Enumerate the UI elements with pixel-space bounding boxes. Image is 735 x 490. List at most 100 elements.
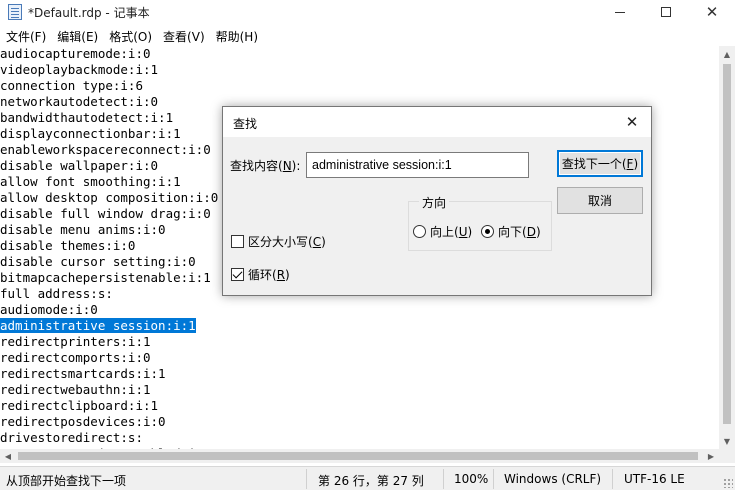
text-line[interactable]: audiomode:i:0 xyxy=(0,302,719,318)
wrap-around-access-key: R xyxy=(276,267,286,282)
find-next-button[interactable]: 查找下一个(F) xyxy=(557,150,643,177)
find-dialog-titlebar[interactable]: 查找 ✕ xyxy=(223,107,651,137)
find-what-label-suffix: ): xyxy=(291,159,301,173)
find-dialog-close-button[interactable]: ✕ xyxy=(619,110,645,134)
menu-view[interactable]: 查看(V) xyxy=(157,26,210,46)
direction-group-label: 方向 xyxy=(419,194,450,211)
horizontal-scroll-thumb[interactable] xyxy=(18,452,698,460)
horizontal-scrollbar[interactable]: ◀ ▶ xyxy=(0,449,719,463)
find-what-access-key: N xyxy=(282,159,292,173)
text-line-content: drivestoredirect:s: xyxy=(0,430,143,445)
title-bar: *Default.rdp - 记事本 ✕ xyxy=(0,0,735,24)
direction-up-label-suffix: ) xyxy=(467,224,473,239)
text-line-content: networkautodetect:i:0 xyxy=(0,94,159,109)
match-case-label: 区分大小写( xyxy=(248,235,313,249)
maximize-icon xyxy=(661,7,671,17)
find-next-access-key: F xyxy=(626,156,634,171)
status-encoding: UTF-16 LE xyxy=(624,472,685,486)
menu-help[interactable]: 帮助(H) xyxy=(210,26,263,46)
radio-button-icon[interactable] xyxy=(413,225,426,238)
text-line-content: redirectwebauthn:i:1 xyxy=(0,382,151,397)
direction-down-label: 向下( xyxy=(498,225,527,239)
text-line-content: redirectcomports:i:0 xyxy=(0,350,151,365)
text-line-content: redirectposdevices:i:0 xyxy=(0,414,166,429)
text-line[interactable]: redirectcomports:i:0 xyxy=(0,350,719,366)
match-case-checkbox[interactable]: 区分大小写(C) xyxy=(231,233,326,250)
direction-down-access-key: D xyxy=(526,224,536,239)
cancel-button[interactable]: 取消 xyxy=(557,187,643,214)
status-cursor-position: 第 26 行，第 27 列 xyxy=(318,474,424,488)
menu-file[interactable]: 文件(F) xyxy=(0,26,51,46)
text-line-content: full address:s: xyxy=(0,286,113,301)
text-line-content: disable cursor setting:i:0 xyxy=(0,254,196,269)
direction-up-radio[interactable]: 向上(U) xyxy=(413,223,472,240)
wrap-around-label-suffix: ) xyxy=(285,267,290,282)
wrap-around-label: 循环( xyxy=(248,268,277,282)
minimize-icon xyxy=(615,11,625,13)
minimize-button[interactable] xyxy=(597,0,643,24)
match-case-access-key: C xyxy=(312,234,322,249)
find-next-label-suffix: ) xyxy=(633,156,639,171)
find-what-label: 查找内容(N): xyxy=(230,157,300,174)
window-title: *Default.rdp - 记事本 xyxy=(28,6,150,20)
text-line-content: allow font smoothing:i:1 xyxy=(0,174,181,189)
wrap-around-checkbox[interactable]: 循环(R) xyxy=(231,266,290,283)
status-line-ending: Windows (CRLF) xyxy=(504,472,602,486)
text-line-content: connection type:i:6 xyxy=(0,78,143,93)
text-line-content: allow desktop composition:i:0 xyxy=(0,190,219,205)
text-line[interactable]: drivestoredirect:s: xyxy=(0,430,719,446)
match-case-label-suffix: ) xyxy=(321,234,326,249)
text-line[interactable]: redirectsmartcards:i:1 xyxy=(0,366,719,382)
checkbox-icon[interactable] xyxy=(231,235,244,248)
direction-up-access-key: U xyxy=(458,224,468,239)
find-dialog: 查找 ✕ 查找内容(N): administrative session:i:1… xyxy=(222,106,652,296)
text-line-content: disable wallpaper:i:0 xyxy=(0,158,159,173)
status-message: 从顶部开始查找下一项 xyxy=(6,474,127,488)
direction-down-label-suffix: ) xyxy=(535,224,541,239)
scroll-up-arrow-icon[interactable]: ▲ xyxy=(719,46,735,62)
text-line-content: disable menu anims:i:0 xyxy=(0,222,166,237)
text-line-content: audiomode:i:0 xyxy=(0,302,98,317)
text-line[interactable]: redirectwebauthn:i:1 xyxy=(0,382,719,398)
direction-down-radio[interactable]: 向下(D) xyxy=(481,223,541,240)
text-line-content: bitmapcachepersistenable:i:1 xyxy=(0,270,211,285)
text-line[interactable]: redirectposdevices:i:0 xyxy=(0,414,719,430)
text-line[interactable]: audiocapturemode:i:0 xyxy=(0,46,719,62)
radio-button-icon[interactable] xyxy=(481,225,494,238)
status-divider xyxy=(493,469,494,489)
selected-text-line[interactable]: administrative session:i:1 xyxy=(0,318,719,334)
text-line-content: redirectsmartcards:i:1 xyxy=(0,366,166,381)
text-line-content: displayconnectionbar:i:1 xyxy=(0,126,181,141)
resize-grip-icon[interactable] xyxy=(723,478,733,488)
text-line-content: redirectclipboard:i:1 xyxy=(0,398,159,413)
text-line-content: administrative session:i:1 xyxy=(0,318,196,333)
close-icon: ✕ xyxy=(625,113,639,131)
scroll-left-arrow-icon[interactable]: ◀ xyxy=(0,449,16,463)
scroll-down-arrow-icon[interactable]: ▼ xyxy=(719,433,735,449)
notepad-app-icon xyxy=(8,4,22,20)
maximize-button[interactable] xyxy=(643,0,689,24)
text-line[interactable]: redirectprinters:i:1 xyxy=(0,334,719,350)
vertical-scrollbar[interactable]: ▲ ▼ xyxy=(719,46,735,449)
close-button[interactable]: ✕ xyxy=(689,0,735,24)
close-icon: ✕ xyxy=(705,2,719,21)
text-line-content: videoplaybackmode:i:1 xyxy=(0,62,159,77)
text-line-content: redirectprinters:i:1 xyxy=(0,334,151,349)
find-what-input[interactable]: administrative session:i:1 xyxy=(306,152,529,178)
menu-edit[interactable]: 编辑(E) xyxy=(51,26,103,46)
scrollbar-corner xyxy=(719,449,735,463)
text-line[interactable]: videoplaybackmode:i:1 xyxy=(0,62,719,78)
vertical-scroll-thumb[interactable] xyxy=(723,64,731,424)
find-dialog-title: 查找 xyxy=(233,117,258,131)
text-line-content: disable full window drag:i:0 xyxy=(0,206,211,221)
text-line[interactable]: connection type:i:6 xyxy=(0,78,719,94)
text-line[interactable]: redirectclipboard:i:1 xyxy=(0,398,719,414)
menu-bar: 文件(F) 编辑(E) 格式(O) 查看(V) 帮助(H) xyxy=(0,26,735,46)
status-divider xyxy=(612,469,613,489)
checkbox-icon[interactable] xyxy=(231,268,244,281)
scroll-right-arrow-icon[interactable]: ▶ xyxy=(703,449,719,463)
status-bar: 从顶部开始查找下一项 第 26 行，第 27 列 100% Windows (C… xyxy=(0,466,735,490)
text-line-content: disable themes:i:0 xyxy=(0,238,136,253)
find-next-label: 查找下一个( xyxy=(561,157,627,171)
menu-format[interactable]: 格式(O) xyxy=(103,26,157,46)
